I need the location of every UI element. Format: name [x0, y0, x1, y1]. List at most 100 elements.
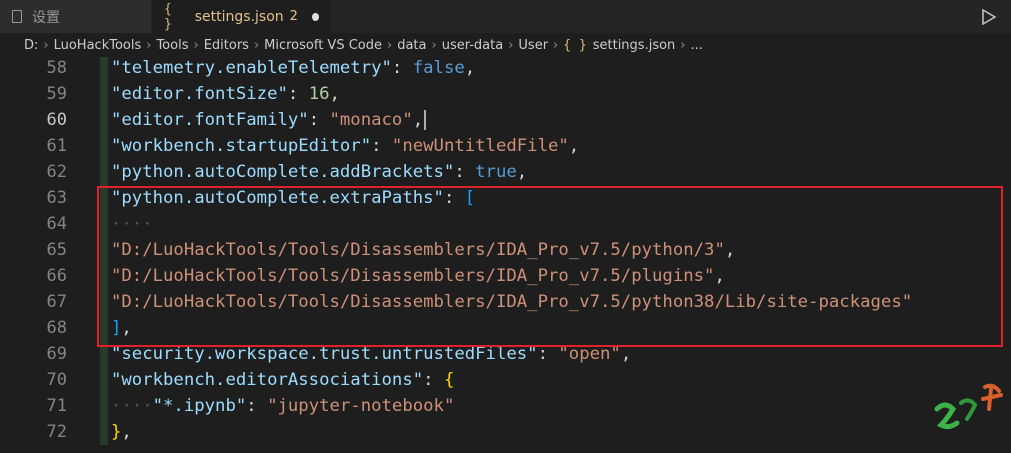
- indent-guide: [100, 185, 108, 211]
- line-number: 67: [46, 292, 67, 312]
- indent-guide: [100, 107, 108, 133]
- problems-badge: 2: [289, 9, 298, 24]
- code-text: "D:/LuoHackTools/Tools/Disassemblers/IDA…: [111, 240, 736, 260]
- watermark-logo: [927, 379, 1007, 449]
- code-text: "editor.fontSize": 16,: [111, 84, 340, 104]
- code-line: 72 },: [0, 419, 1011, 445]
- json-value: "open": [558, 344, 621, 364]
- line-number: 63: [46, 188, 67, 208]
- indent-guide: [100, 211, 108, 237]
- json-brace: }: [111, 422, 122, 442]
- json-brace: {: [443, 370, 455, 390]
- line-number: 64: [46, 214, 67, 234]
- indent-guide: [100, 315, 108, 341]
- code-text: "D:/LuoHackTools/Tools/Disassemblers/IDA…: [111, 289, 912, 315]
- chevron-right-icon: ›: [146, 37, 152, 53]
- breadcrumb-item[interactable]: User: [518, 38, 548, 53]
- indent-guide: [100, 57, 108, 81]
- indent-guide: [100, 159, 108, 185]
- indent-guide: [100, 367, 108, 393]
- code-text: ····: [111, 211, 153, 237]
- line-number: 62: [46, 162, 67, 182]
- indent-guide: [100, 419, 108, 445]
- tab-label: 设置: [32, 9, 60, 26]
- json-string: "D:/LuoHackTools/Tools/Disassemblers/IDA…: [111, 240, 725, 260]
- code-line: 71 ····"*.ipynb": "jupyter-notebook": [0, 393, 1011, 419]
- line-number: 70: [46, 370, 67, 390]
- code-line: 62 "python.autoComplete.addBrackets": tr…: [0, 159, 1011, 185]
- json-value: false: [412, 58, 465, 78]
- line-number: 60: [46, 110, 67, 130]
- code-line: 70 "workbench.editorAssociations": {: [0, 367, 1011, 393]
- line-number: 61: [46, 136, 67, 156]
- breadcrumb-item[interactable]: Editors: [204, 38, 249, 53]
- line-number: 58: [46, 58, 67, 78]
- code-text: "python.autoComplete.extraPaths": [: [111, 188, 476, 208]
- code-line: 68 ],: [0, 315, 1011, 341]
- code-text: "workbench.editorAssociations": {: [111, 370, 455, 390]
- code-text: ],: [111, 318, 132, 338]
- chevron-right-icon: ›: [508, 37, 514, 53]
- tab-label: settings.json: [194, 8, 284, 25]
- tab-bar: 设置 { } settings.json 2: [0, 0, 1011, 33]
- json-key: "workbench.editorAssociations": [111, 370, 424, 390]
- line-number: 65: [46, 240, 67, 260]
- breadcrumb-item[interactable]: Tools: [156, 38, 188, 53]
- code-text: "editor.fontFamily": "monaco",: [111, 107, 427, 133]
- chevron-right-icon: ›: [553, 37, 559, 53]
- json-key: "telemetry.enableTelemetry": [111, 58, 392, 78]
- chevron-right-icon: ›: [431, 37, 437, 53]
- line-number: 69: [46, 344, 67, 364]
- line-number: 72: [46, 422, 67, 442]
- whitespace-dots: ····: [111, 396, 153, 416]
- indent-guide: [100, 133, 108, 159]
- code-text: ····"*.ipynb": "jupyter-notebook": [111, 396, 455, 416]
- breadcrumb-item[interactable]: data: [397, 38, 426, 53]
- indent-guide: [100, 393, 108, 419]
- code-line: 64 ····: [0, 211, 1011, 237]
- breadcrumb: D: › LuoHackTools › Tools › Editors › Micros…: [0, 33, 1011, 57]
- code-text: "D:/LuoHackTools/Tools/Disassemblers/IDA…: [111, 266, 725, 286]
- indent-guide: [100, 263, 108, 289]
- breadcrumb-item[interactable]: LuoHackTools: [54, 38, 142, 53]
- text-cursor: [424, 110, 427, 130]
- code-text: "python.autoComplete.addBrackets": true,: [111, 162, 528, 182]
- json-key: "python.autoComplete.addBrackets": [111, 162, 455, 182]
- unsaved-dot-icon[interactable]: [311, 12, 319, 21]
- line-number: 68: [46, 318, 67, 338]
- code-editor[interactable]: 58 "telemetry.enableTelemetry": false, 5…: [0, 57, 1011, 451]
- tab-settings-ui[interactable]: 设置: [0, 0, 152, 33]
- code-line: 63 "python.autoComplete.extraPaths": [: [0, 185, 1011, 211]
- breadcrumb-item[interactable]: D:: [24, 38, 38, 53]
- json-key: "python.autoComplete.extraPaths": [111, 188, 444, 208]
- json-braces-icon: { }: [563, 37, 587, 53]
- json-bracket: [: [464, 188, 476, 208]
- breadcrumb-item[interactable]: user-data: [442, 38, 504, 53]
- indent-guide: [100, 81, 108, 107]
- run-icon[interactable]: [979, 7, 999, 27]
- json-value: "monaco": [329, 110, 413, 130]
- whitespace-dots: ····: [111, 214, 153, 234]
- code-text: "telemetry.enableTelemetry": false,: [111, 58, 476, 78]
- code-line: 66 "D:/LuoHackTools/Tools/Disassemblers/…: [0, 263, 1011, 289]
- breadcrumb-more[interactable]: ...: [691, 38, 703, 53]
- chevron-right-icon: ›: [193, 37, 199, 53]
- code-line: 59 "editor.fontSize": 16,: [0, 81, 1011, 107]
- json-value: "newUntitledFile": [391, 136, 569, 156]
- json-value: "jupyter-notebook": [267, 396, 455, 416]
- breadcrumb-file[interactable]: settings.json: [593, 38, 676, 53]
- indent-guide: [100, 341, 108, 367]
- code-text: },: [111, 422, 132, 442]
- chevron-right-icon: ›: [43, 37, 49, 53]
- code-text: "workbench.startupEditor": "newUntitledF…: [111, 136, 580, 156]
- code-line: 67 "D:/LuoHackTools/Tools/Disassemblers/…: [0, 289, 1011, 315]
- code-line: 61 "workbench.startupEditor": "newUntitl…: [0, 133, 1011, 159]
- code-text: "security.workspace.trust.untrustedFiles…: [111, 344, 632, 364]
- json-key: "workbench.startupEditor": [111, 136, 372, 156]
- json-value: true: [475, 162, 517, 182]
- json-braces-icon: { }: [164, 1, 172, 32]
- chevron-right-icon: ›: [387, 37, 393, 53]
- breadcrumb-item[interactable]: Microsoft VS Code: [264, 38, 382, 53]
- tab-settings-json[interactable]: { } settings.json 2: [152, 0, 332, 33]
- line-number: 71: [46, 396, 67, 416]
